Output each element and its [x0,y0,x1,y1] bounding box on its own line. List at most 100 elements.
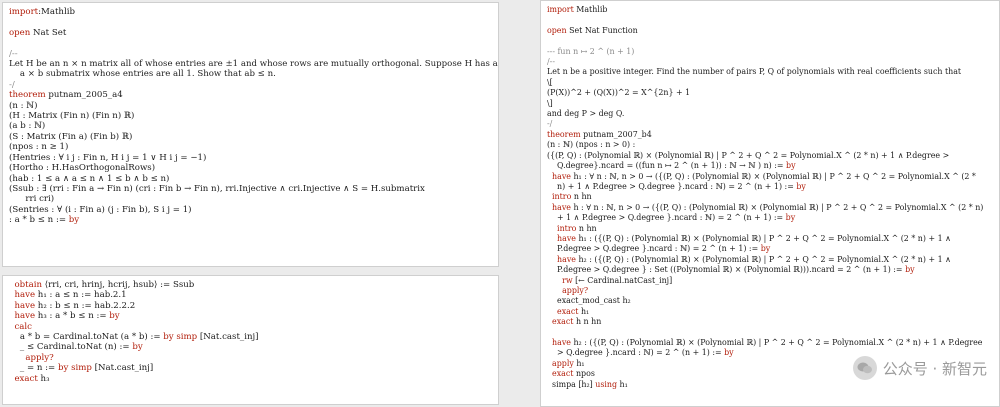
code-token: _ = n := [9,363,58,374]
code-token: by [68,215,80,226]
code-line: ({(P, Q) : (Polynomial ℝ) × (Polynomial … [547,151,993,161]
code-token: putnam_2007_b4 [580,129,652,139]
code-token: rw [562,275,573,285]
code-line: apply? [547,286,993,296]
code-token: Q.degree}.ncard = ((fun n ↦ 2 ^ (n + 1))… [547,161,787,171]
code-token: simp [71,363,92,374]
code-line: rri cri) [9,194,492,204]
code-token: (S : Matrix (Fin a) (Fin b) ℝ) [9,131,133,142]
code-token: apply? [562,285,589,295]
code-token: and deg P > deg Q. [547,109,625,119]
code-token: (hab : 1 ≤ a ∧ a ≤ n ∧ 1 ≤ b ∧ b ≤ n) [9,173,170,184]
code-token: by [724,348,734,358]
code-token: \[ [547,77,553,87]
code-token: have [14,311,36,322]
code-token: /-- [547,57,555,67]
code-line: (Sentries : ∀ (i : Fin a) (j : Fin b), S… [9,205,492,215]
code-line: exact h n hn [547,317,993,327]
code-line: have h₂ : ({(P, Q) : (Polynomial ℝ) × (P… [547,338,993,348]
code-token: (P(X))^2 + (Q(X))^2 = X^{2n} + 1 [547,88,691,98]
code-token: apply? [25,352,54,363]
code-token: + 1 ∧ P.degree > Q.degree }.ncard : ℕ) =… [547,213,786,223]
code-token: (Sentries : ∀ (i : Fin a) (j : Fin b), S… [9,204,192,215]
code-line: theorem putnam_2005_a4 [9,90,492,100]
code-token: [Nat.cast_inj] [91,363,154,374]
code-token: Nat Set [30,27,67,38]
code-line: P.degree > Q.degree } : Set ((Polynomial… [547,265,993,275]
code-token: : a * b ≤ n := [9,215,69,226]
code-line: intro n hn [547,224,993,234]
code-token: exact [552,317,574,327]
code-token: a * b = Cardinal.toNat (a * b) := [9,332,164,343]
code-line: _ = n := by simp [Nat.cast_inj] [9,363,492,373]
code-line: and deg P > deg Q. [547,109,993,119]
code-token: h₁ : a ≤ n := hab.2.1 [35,290,127,301]
code-token: > Q.degree }.ncard : ℕ) = 2 ^ (n + 1) := [547,348,725,358]
code-token: calc [14,321,32,332]
code-token: exact [552,369,574,379]
code-line: have h : ∀ n : ℕ, n > 0 → ({(P, Q) : (Po… [547,203,993,213]
code-token: by [905,265,915,275]
code-token: by [785,213,796,223]
code-line: (n : ℕ) (npos : n > 0) : [547,140,993,150]
code-token: exact [14,373,38,384]
code-line: (Hortho : H.HasOrthogonalRows) [9,163,492,173]
code-line: (H : Matrix (Fin n) (Fin n) ℝ) [9,111,492,121]
code-token: (npos : n ≥ 1) [9,142,69,153]
code-lines: obtain ⟨rri, cri, hrinj, hcrij, hsub⟩ :=… [3,276,498,384]
code-token: /-- [9,48,18,59]
code-token: by [796,181,806,191]
code-token: (n : ℕ) [9,100,38,111]
code-token: h₁ : ∀ n : ℕ, n > 0 → ({(P, Q) : (Polyno… [570,171,976,181]
code-token: intro [557,223,577,233]
code-token: import [9,7,39,17]
code-token: have [14,300,36,311]
code-line: _ ≤ Cardinal.toNat (n) := by [9,342,492,352]
code-token: h₁ [578,306,590,316]
code-token: by [57,363,69,374]
code-token: n hn [576,223,597,233]
code-token: have [552,202,571,212]
code-line: have h₂ : ({(P, Q) : (Polynomial ℝ) × (P… [547,255,993,265]
code-token: --- fun n ↦ 2 ^ (n + 1) [547,46,635,56]
code-line: (a b : ℕ) [9,121,492,131]
code-token: rri cri) [9,194,55,205]
code-token: theorem [547,129,581,139]
code-token: by [163,332,174,343]
code-token: h₁ : ({(P, Q) : (Polynomial ℝ) × (Polyno… [575,233,951,243]
code-line: exact h₁ [547,307,993,317]
code-line: /-- [547,57,993,67]
code-line: obtain ⟨rri, cri, hrinj, hcrij, hsub⟩ :=… [9,280,492,290]
code-token: h₂ : ({(P, Q) : (Polynomial ℝ) × (Polyno… [575,254,951,264]
code-token: P.degree > Q.degree } : Set ((Polynomial… [547,265,906,275]
code-line: \] [547,99,993,109]
code-token: P.degree > Q.degree }.ncard : ℕ) = 2 ^ (… [547,244,761,254]
code-token: (n : ℕ) (npos : n > 0) : [547,140,636,150]
code-token: have [552,171,571,181]
code-token: -/ [547,119,553,129]
code-line: calc [9,322,492,332]
code-line: exact_mod_cast h₂ [547,296,993,306]
code-token: have [14,290,36,301]
code-line: -/ [547,119,993,129]
code-token: have [557,254,576,264]
code-token: h₁ [573,358,585,368]
code-token: (H : Matrix (Fin n) (Fin n) ℝ) [9,111,135,122]
code-token: (Hortho : H.HasOrthogonalRows) [9,163,156,174]
code-token: Let n be a positive integer. Find the nu… [547,67,962,77]
code-line: a * b = Cardinal.toNat (a * b) := by sim… [9,332,492,342]
code-token: using [595,379,618,389]
code-line: n) + 1 ∧ P.degree > Q.degree }.ncard : ℕ… [547,182,993,192]
code-token: simpa [h₂] [547,379,596,389]
code-token: obtain [14,280,43,290]
code-token: [← Cardinal.natCast_inj] [572,275,673,285]
code-token: n hn [571,192,592,202]
code-line: /-- [9,49,492,59]
code-line: (Hentries : ∀ i j : Fin n, H i j = 1 ∨ H… [9,153,492,163]
code-line: have h₁ : a ≤ n := hab.2.1 [9,290,492,300]
code-line: Q.degree}.ncard = ((fun n ↦ 2 ^ (n + 1))… [547,161,993,171]
